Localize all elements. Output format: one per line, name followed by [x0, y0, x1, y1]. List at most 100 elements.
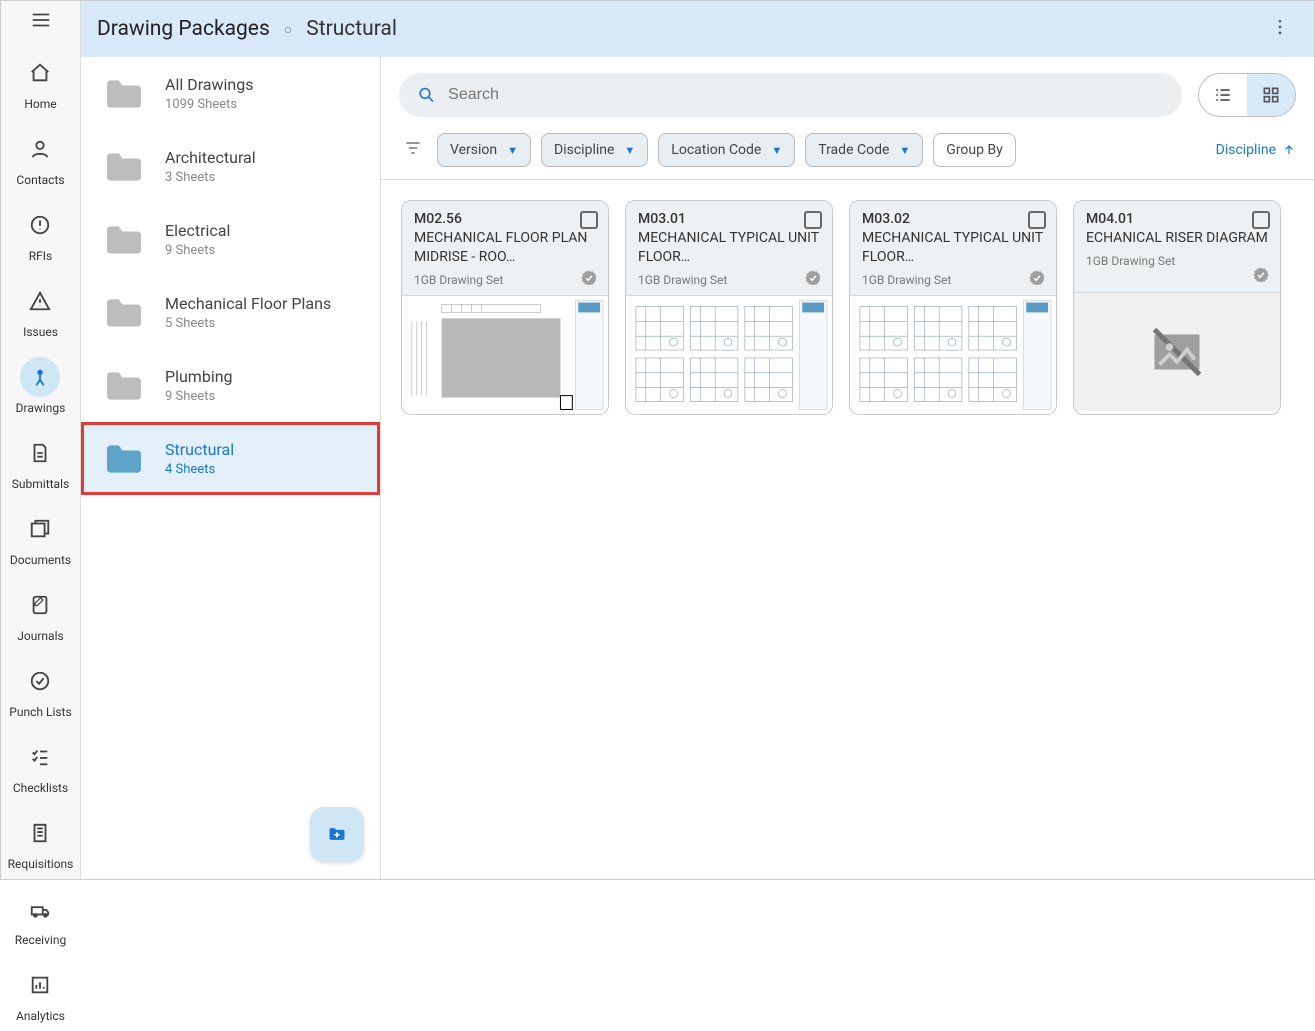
nav-item-punchlists[interactable]: Punch Lists — [8, 651, 74, 727]
card-thumbnail — [850, 296, 1056, 414]
filter-chip[interactable]: Version ▼ — [437, 133, 531, 167]
search-input[interactable] — [448, 86, 1164, 104]
select-checkbox[interactable] — [1252, 211, 1270, 229]
nav-item-submittals[interactable]: Submittals — [8, 423, 74, 499]
card-thumbnail — [626, 296, 832, 414]
nav-item-analytics[interactable]: Analytics — [8, 955, 74, 1031]
nav-label: Receiving — [15, 933, 66, 947]
nav-item-issues[interactable]: Issues — [8, 271, 74, 347]
select-checkbox[interactable] — [1028, 211, 1046, 229]
drawing-set: 1GB Drawing Set — [414, 273, 596, 287]
nav-label: RFIs — [29, 249, 52, 263]
nav-item-requisitions[interactable]: Requisitions — [8, 803, 74, 879]
filter-chip[interactable]: Group By — [933, 133, 1016, 167]
filter-button[interactable] — [399, 134, 427, 166]
search-box[interactable] — [399, 73, 1182, 117]
folder-plus-icon — [327, 824, 347, 844]
header: Drawing Packages ○ Structural — [81, 1, 1314, 57]
chip-label: Discipline — [554, 142, 614, 158]
drawing-card[interactable]: M03.02 MECHANICAL TYPICAL UNIT FLOOR… 1G… — [849, 200, 1057, 415]
nav-label: Journals — [17, 629, 63, 643]
folder-count: 4 Sheets — [165, 462, 234, 477]
nav-label: Drawings — [16, 401, 66, 415]
nav-item-home[interactable]: Home — [8, 43, 74, 119]
search-icon — [417, 85, 436, 105]
filter-icon — [403, 138, 423, 158]
submittals-icon — [29, 442, 51, 464]
nav-item-receiving[interactable]: Receiving — [8, 879, 74, 955]
nav-item-journals[interactable]: Journals — [8, 575, 74, 651]
documents-icon — [29, 518, 51, 540]
folder-name: Structural — [165, 440, 234, 459]
nav-rail: Home Contacts RFIs Issues Drawings Submittals… — [1, 1, 81, 879]
folder-item[interactable]: Architectural 3 Sheets — [81, 130, 380, 203]
nav-label: Contacts — [16, 173, 64, 187]
chip-label: Location Code — [671, 142, 761, 158]
verified-icon — [1252, 266, 1270, 284]
grid-view-button[interactable] — [1247, 74, 1295, 116]
folder-count: 5 Sheets — [165, 316, 331, 331]
filter-chip[interactable]: Trade Code▼ — [805, 133, 923, 167]
menu-button[interactable] — [21, 9, 61, 31]
folder-name: Electrical — [165, 221, 230, 240]
nav-label: Submittals — [12, 477, 69, 491]
card-header: M02.56 MECHANICAL FLOOR PLAN MIDRISE - R… — [402, 201, 608, 296]
folder-name: All Drawings — [165, 75, 254, 94]
nav-item-documents[interactable]: Documents — [8, 499, 74, 575]
folder-icon — [103, 296, 145, 330]
home-icon — [29, 62, 51, 84]
list-icon — [1213, 85, 1233, 105]
drawing-code: M04.01 — [1086, 211, 1268, 227]
drawings-icon — [29, 366, 51, 388]
page-title: Drawing Packages — [97, 17, 270, 41]
nav-item-drawings[interactable]: Drawings — [8, 347, 74, 423]
rfis-icon — [29, 214, 51, 236]
add-package-button[interactable] — [310, 807, 364, 861]
drawing-card[interactable]: M03.01 MECHANICAL TYPICAL UNIT FLOOR… 1G… — [625, 200, 833, 415]
drawing-thumbnail — [850, 296, 1056, 414]
nav-item-contacts[interactable]: Contacts — [8, 119, 74, 195]
drawing-title: MECHANICAL FLOOR PLAN MIDRISE - ROO… — [414, 229, 596, 267]
folder-item[interactable]: All Drawings 1099 Sheets — [81, 57, 380, 130]
search-toolbar — [381, 57, 1314, 125]
select-checkbox[interactable] — [580, 211, 598, 229]
filter-toolbar: Version ▼ Discipline▼ Location Code ▼ Trade C… — [381, 125, 1314, 180]
folder-item[interactable]: Plumbing 9 Sheets — [81, 349, 380, 422]
card-thumbnail — [402, 296, 608, 414]
more-menu-button[interactable] — [1262, 9, 1298, 49]
folder-item[interactable]: Mechanical Floor Plans 5 Sheets — [81, 276, 380, 349]
content-area: Version ▼ Discipline▼ Location Code ▼ Trade C… — [381, 57, 1314, 879]
drawing-title: ECHANICAL RISER DIAGRAM — [1086, 229, 1268, 248]
nav-item-rfis[interactable]: RFIs — [8, 195, 74, 271]
view-toggle — [1198, 73, 1296, 117]
journals-icon — [29, 594, 51, 616]
nav-label: Issues — [23, 325, 58, 339]
drawing-card[interactable]: M02.56 MECHANICAL FLOOR PLAN MIDRISE - R… — [401, 200, 609, 415]
drawing-code: M03.02 — [862, 211, 1044, 227]
sort-label: Discipline — [1216, 142, 1276, 158]
folder-icon — [103, 369, 145, 403]
nav-label: Checklists — [13, 781, 68, 795]
breadcrumb-separator: ○ — [284, 21, 292, 38]
folder-name: Plumbing — [165, 367, 233, 386]
nav-label: Home — [24, 97, 56, 111]
nav-label: Punch Lists — [9, 705, 71, 719]
nav-item-checklists[interactable]: Checklists — [8, 727, 74, 803]
drawing-title: MECHANICAL TYPICAL UNIT FLOOR… — [862, 229, 1044, 267]
sort-button[interactable]: Discipline — [1216, 142, 1296, 158]
chevron-down-icon: ▼ — [771, 144, 782, 157]
drawing-code: M02.56 — [414, 211, 596, 227]
drawing-set: 1GB Drawing Set — [638, 273, 820, 287]
chevron-down-icon: ▼ — [507, 144, 518, 157]
punchlists-icon — [29, 670, 51, 692]
chip-label: Version — [450, 142, 497, 158]
filter-chip[interactable]: Discipline▼ — [541, 133, 648, 167]
drawing-card[interactable]: M04.01 ECHANICAL RISER DIAGRAM 1GB Drawi… — [1073, 200, 1281, 415]
folder-item[interactable]: Structural 4 Sheets — [81, 422, 380, 495]
list-view-button[interactable] — [1199, 74, 1247, 116]
nav-label: Documents — [10, 553, 71, 567]
folder-item[interactable]: Electrical 9 Sheets — [81, 203, 380, 276]
card-header: M03.02 MECHANICAL TYPICAL UNIT FLOOR… 1G… — [850, 201, 1056, 296]
select-checkbox[interactable] — [804, 211, 822, 229]
filter-chip[interactable]: Location Code ▼ — [658, 133, 795, 167]
